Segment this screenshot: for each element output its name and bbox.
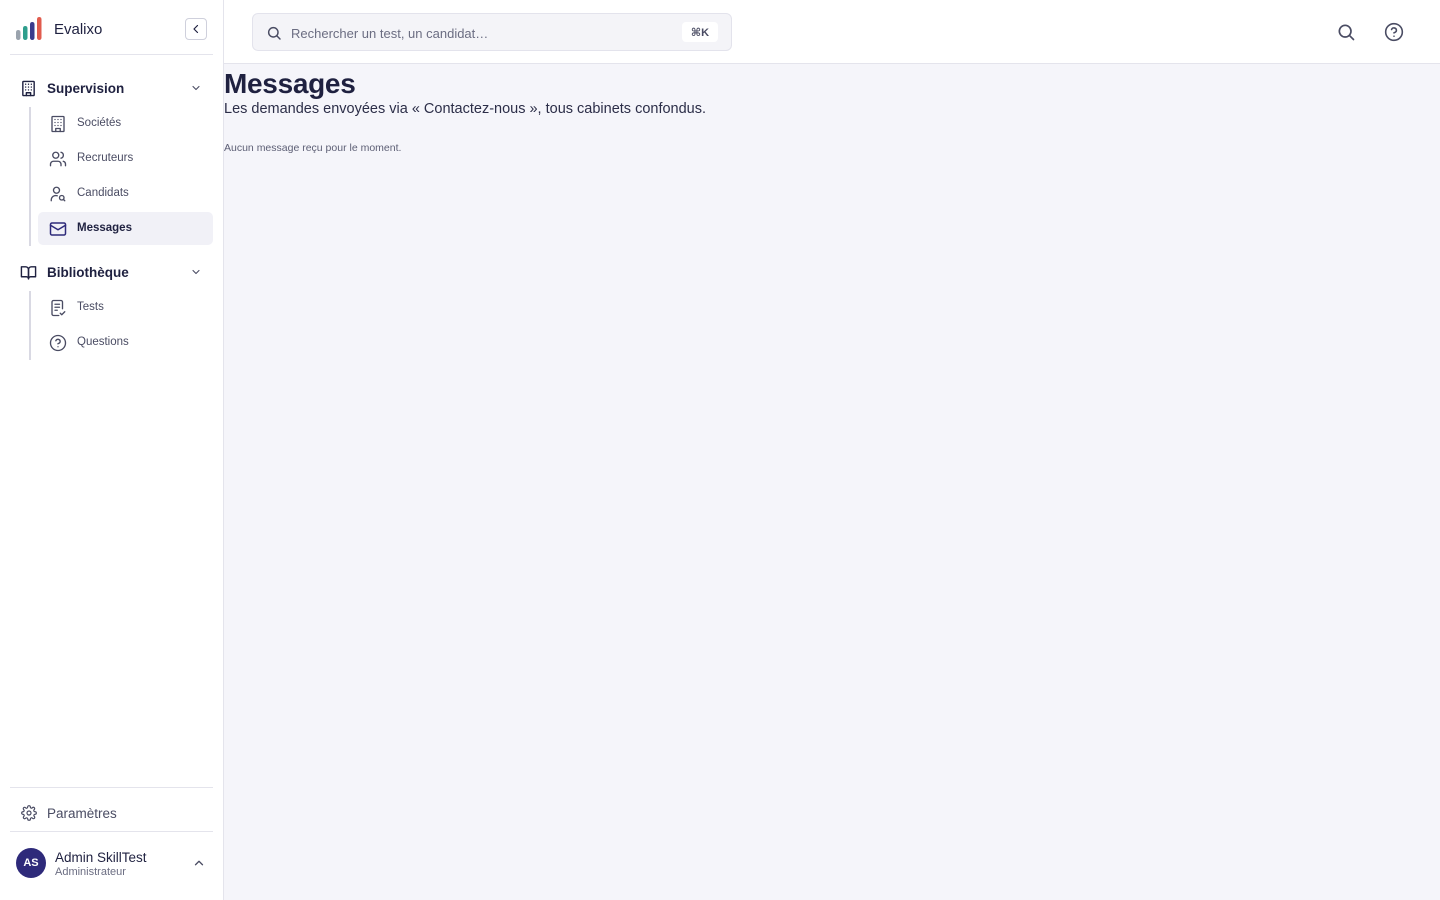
sidebar-item-societes[interactable]: Sociétés [38,107,213,140]
brand: Evalixo [10,0,213,55]
section-bibliotheque[interactable]: Bibliothèque [10,257,213,287]
avatar: AS [16,848,46,878]
chevron-down-icon [192,269,200,275]
settings-link[interactable]: Paramètres [10,797,213,829]
sidebar: Evalixo Supervision Sociétés Recruteurs … [0,0,224,900]
book-open-icon [20,266,37,280]
section-label: Bibliothèque [47,265,129,280]
collapse-sidebar-button[interactable] [185,18,207,40]
main-content: Messages Les demandes envoyées via « Con… [224,64,1440,900]
mail-icon [49,222,67,236]
settings-label: Paramètres [47,806,117,821]
topbar: ⌘K [224,0,1440,64]
sidebar-item-label: Questions [77,336,129,348]
empty-state: Aucun message reçu pour le moment. [224,142,402,154]
shortcut-badge: ⌘K [682,22,718,42]
page-title: Messages [224,68,356,99]
gear-icon [21,805,37,821]
user-search-icon [50,186,66,202]
page-subtitle: Les demandes envoyées via « Contactez-no… [224,101,707,117]
chevron-up-icon [194,860,204,866]
user-role: Administrateur [55,866,126,878]
nav-rail [29,291,31,360]
chevron-left-icon [193,24,199,34]
users-icon [49,151,67,167]
help-circle-icon [49,334,67,352]
sidebar-item-label: Recruteurs [77,152,134,164]
chevron-down-icon [192,85,200,91]
search-input[interactable] [291,23,671,43]
search-icon[interactable] [1336,22,1356,42]
section-supervision[interactable]: Supervision [10,73,213,103]
search-icon [267,26,281,40]
building-icon [22,80,35,97]
section-label: Supervision [47,81,125,96]
user-menu[interactable]: AS Admin SkillTest Administrateur [10,840,213,886]
sidebar-item-label: Candidats [77,187,129,199]
nav-rail [29,107,31,246]
building-icon [51,115,65,133]
sidebar-item-tests[interactable]: Tests [38,291,213,324]
search-box[interactable]: ⌘K [252,13,732,51]
clipboard-check-icon [51,299,66,317]
sidebar-item-messages[interactable]: Messages [38,212,213,245]
sidebar-item-candidats[interactable]: Candidats [38,177,213,210]
user-name: Admin SkillTest [55,850,147,865]
logo-icon [16,17,42,40]
app-name: Evalixo [54,21,103,38]
sidebar-item-label: Messages [77,222,132,234]
sidebar-item-questions[interactable]: Questions [38,326,213,359]
help-circle-icon[interactable] [1384,22,1404,42]
divider [10,787,213,788]
sidebar-item-label: Sociétés [77,117,122,129]
sidebar-item-recruteurs[interactable]: Recruteurs [38,142,213,175]
sidebar-item-label: Tests [77,301,104,313]
divider [10,831,213,832]
